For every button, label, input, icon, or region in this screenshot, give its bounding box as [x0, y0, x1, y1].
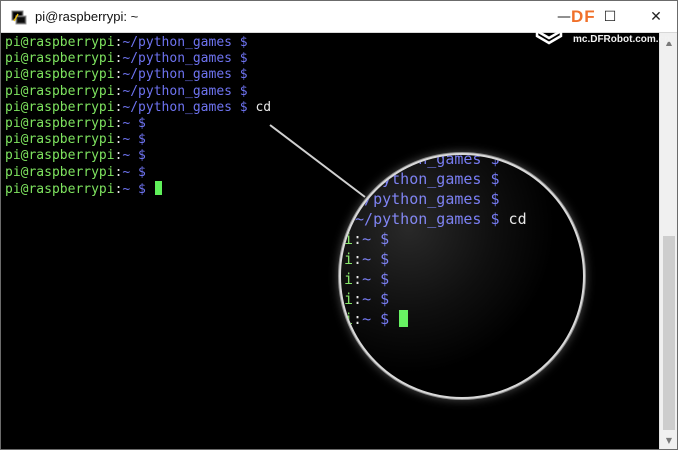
terminal-line: :~/python_games $ — [346, 153, 500, 169]
prompt-dollar: $ — [481, 170, 500, 188]
prompt-user: i — [344, 230, 354, 248]
watermark-badge-icon — [535, 28, 563, 45]
command-text: cd — [499, 210, 527, 228]
prompt-dollar: $ — [371, 290, 390, 308]
prompt-dollar: $ — [371, 230, 390, 248]
prompt-path: ~/python_games — [355, 170, 482, 188]
terminal-line: :~/python_games $ — [346, 189, 500, 209]
prompt-user: i — [344, 250, 354, 268]
prompt-separator: : — [346, 190, 356, 208]
text-cursor — [399, 310, 409, 327]
magnifier-lens: :~/python_games $:~/python_games $:~/pyt… — [339, 153, 585, 399]
prompt-path: ~/python_games — [355, 153, 482, 168]
prompt-separator: : — [353, 250, 363, 268]
terminal-line: i:~ $ — [344, 309, 409, 329]
prompt-path: ~ — [362, 310, 372, 328]
prompt-dollar: $ — [371, 270, 390, 288]
magnifier-pointer-line — [269, 124, 366, 198]
prompt-user: i — [344, 290, 354, 308]
prompt-path: ~ — [362, 250, 372, 268]
prompt-dollar: $ — [481, 153, 500, 168]
prompt-path: ~/python_games — [355, 210, 482, 228]
terminal-line: i:~ $ — [344, 269, 389, 289]
prompt-separator: : — [346, 210, 356, 228]
prompt-path: ~/python_games — [355, 190, 482, 208]
prompt-dollar: $ — [481, 190, 500, 208]
prompt-path: ~ — [362, 290, 372, 308]
terminal-line: i:~ $ — [344, 229, 389, 249]
prompt-separator: : — [353, 230, 363, 248]
prompt-separator: : — [353, 270, 363, 288]
prompt-path: ~ — [362, 270, 372, 288]
watermark-url: mc.DFRobot.com.cn — [573, 34, 671, 45]
prompt-dollar: $ — [481, 210, 500, 228]
prompt-user: i — [344, 270, 354, 288]
watermark-logo: DF — [571, 7, 596, 26]
prompt-separator: : — [353, 290, 363, 308]
terminal-line: :~/python_games $ cd — [346, 209, 527, 229]
terminal-line: i:~ $ — [344, 289, 389, 309]
prompt-dollar: $ — [371, 310, 390, 328]
prompt-separator: : — [353, 310, 363, 328]
prompt-separator: : — [346, 170, 356, 188]
terminal-window: pi@raspberrypi: ~ — ☐ ✕ DF mc.DFRobot.co… — [0, 0, 678, 450]
prompt-dollar: $ — [371, 250, 390, 268]
prompt-user: i — [344, 310, 354, 328]
prompt-path: ~ — [362, 230, 372, 248]
terminal-line: i:~ $ — [344, 249, 389, 269]
terminal-line: :~/python_games $ — [346, 169, 500, 189]
prompt-separator: : — [346, 153, 356, 168]
